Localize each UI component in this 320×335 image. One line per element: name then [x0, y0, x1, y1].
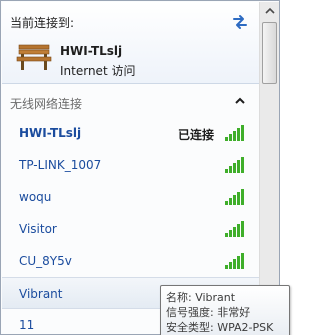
current-connection-header: 当前连接到: HWI-TLslj Internet 访问 [2, 2, 259, 84]
network-row[interactable]: HWI-TLslj 已连接 [2, 117, 259, 149]
network-name: Vibrant [19, 287, 63, 301]
signal-bar [241, 253, 244, 269]
network-name: TP-LINK_1007 [19, 158, 102, 172]
signal-bar [241, 221, 244, 237]
tooltip-security: 安全类型: WPA2-PSK [166, 321, 274, 334]
signal-strength-icon [225, 157, 244, 173]
signal-bar [237, 256, 240, 269]
signal-bar [229, 198, 232, 205]
network-row[interactable]: Visitor [2, 213, 259, 245]
network-name: Visitor [19, 222, 57, 236]
signal-bar [233, 259, 236, 269]
network-row[interactable]: woqu [2, 181, 259, 213]
network-row[interactable]: TP-LINK_1007 [2, 149, 259, 181]
current-connection-title: 当前连接到: [10, 16, 75, 30]
signal-bar [237, 192, 240, 205]
signal-bar [225, 201, 228, 205]
signal-bar [229, 230, 232, 237]
current-network-name: HWI-TLslj [60, 44, 123, 58]
signal-bar [229, 134, 232, 141]
signal-bar [225, 265, 228, 269]
signal-bar [241, 157, 244, 173]
signal-bar [233, 227, 236, 237]
network-name: woqu [19, 190, 52, 204]
wireless-section-label: 无线网络连接 [10, 97, 83, 111]
signal-bar [241, 189, 244, 205]
signal-bar [233, 163, 236, 173]
signal-bar [225, 169, 228, 173]
scroll-up-icon[interactable] [261, 3, 279, 20]
network-name: CU_8Y5v [19, 254, 72, 268]
network-row[interactable]: CU_8Y5v [2, 245, 259, 277]
signal-bar [241, 125, 244, 141]
network-name: HWI-TLslj [19, 126, 82, 140]
wireless-section-header[interactable]: 无线网络连接 [2, 87, 259, 117]
signal-bar [233, 131, 236, 141]
signal-bar [237, 128, 240, 141]
current-network-status: Internet 访问 [60, 64, 136, 78]
wifi-flyout-panel: 当前连接到: HWI-TLslj Internet 访问 无线网络连接 HWI-… [0, 0, 290, 335]
signal-bar [225, 137, 228, 141]
refresh-arrows-icon[interactable] [230, 12, 250, 32]
signal-bar [237, 224, 240, 237]
network-tooltip: 名称: Vibrant 信号强度: 非常好 安全类型: WPA2-PSK [160, 285, 290, 335]
signal-bar [229, 166, 232, 173]
network-name: 11 [19, 318, 35, 332]
signal-strength-icon [225, 221, 244, 237]
tooltip-name: 名称: Vibrant [166, 291, 236, 304]
signal-strength-icon [225, 125, 244, 141]
signal-bar [237, 160, 240, 173]
connection-status: 已连接 [178, 128, 215, 142]
signal-bar [229, 262, 232, 269]
scroll-thumb[interactable] [262, 22, 277, 84]
signal-bar [225, 233, 228, 237]
chevron-up-icon[interactable] [235, 97, 245, 105]
signal-strength-icon [225, 189, 244, 205]
tooltip-signal: 信号强度: 非常好 [166, 306, 251, 319]
bench-icon [16, 44, 52, 70]
signal-strength-icon [225, 253, 244, 269]
signal-bar [233, 195, 236, 205]
